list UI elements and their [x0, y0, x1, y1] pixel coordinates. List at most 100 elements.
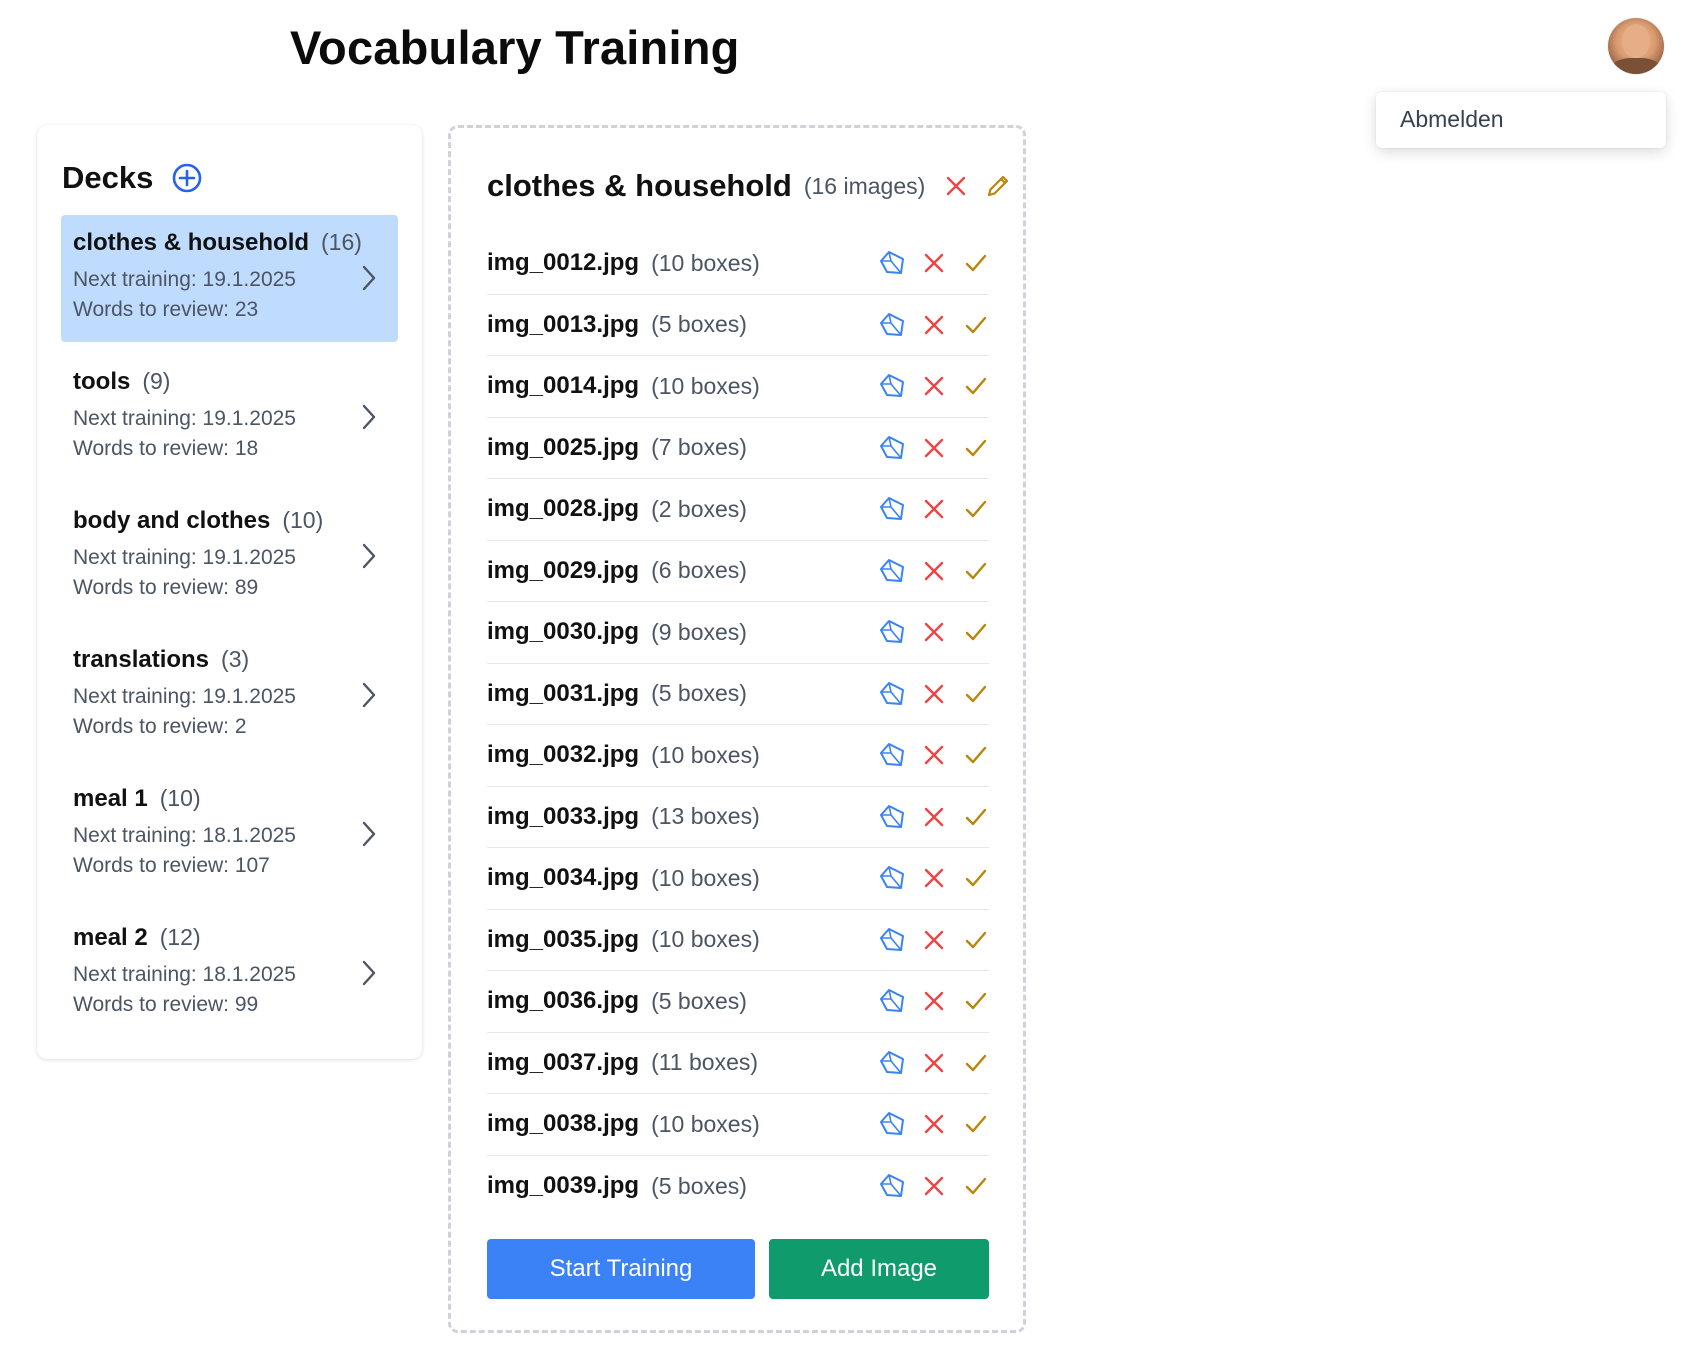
deck-name-row: body and clothes (10): [73, 507, 386, 535]
mark-done-check-icon[interactable]: [963, 927, 989, 953]
avatar-face: [1622, 24, 1650, 58]
deck-name: clothes & household: [73, 229, 310, 256]
deck-next-training: Next training: 18.1.2025: [73, 963, 296, 986]
image-row: img_0035.jpg (10 boxes): [487, 910, 989, 971]
decks-title: Decks: [62, 160, 154, 195]
mark-done-check-icon[interactable]: [963, 742, 989, 768]
image-row-actions: [879, 804, 989, 830]
image-box-count: (5 boxes): [651, 987, 747, 1014]
deck-item[interactable]: clothes & household (16) Next training: 19…: [61, 215, 398, 342]
annotate-polygon-icon[interactable]: [879, 1050, 905, 1076]
logout-menu-item[interactable]: Abmelden: [1400, 106, 1504, 133]
image-row: img_0014.jpg (10 boxes): [487, 356, 989, 418]
annotate-polygon-icon[interactable]: [879, 373, 905, 399]
delete-image-x-icon[interactable]: [921, 496, 947, 522]
delete-image-x-icon[interactable]: [921, 1111, 947, 1137]
delete-image-x-icon[interactable]: [921, 250, 947, 276]
edit-deck-pencil-icon[interactable]: [985, 173, 1011, 199]
deck-item[interactable]: translations (3) Next training: 19.1.2025 W…: [61, 632, 398, 759]
mark-done-check-icon[interactable]: [963, 804, 989, 830]
image-filename: img_0033.jpg: [487, 802, 640, 830]
deck-count: (10): [282, 507, 324, 533]
deck-next-training: Next training: 19.1.2025: [73, 268, 296, 291]
mark-done-check-icon[interactable]: [963, 373, 989, 399]
image-row: img_0012.jpg (10 boxes): [487, 233, 989, 295]
mark-done-check-icon[interactable]: [963, 250, 989, 276]
delete-image-x-icon[interactable]: [921, 988, 947, 1014]
mark-done-check-icon[interactable]: [963, 1173, 989, 1199]
deck-detail-header: clothes & household (16 images): [487, 168, 1011, 204]
annotate-polygon-icon[interactable]: [879, 742, 905, 768]
mark-done-check-icon[interactable]: [963, 619, 989, 645]
mark-done-check-icon[interactable]: [963, 496, 989, 522]
deck-next-training: Next training: 19.1.2025: [73, 407, 296, 430]
mark-done-check-icon[interactable]: [963, 1050, 989, 1076]
deck-detail-panel: clothes & household (16 images) img_0012…: [448, 125, 1026, 1333]
image-filename: img_0034.jpg: [487, 864, 640, 892]
image-row-actions: [879, 927, 989, 953]
annotate-polygon-icon[interactable]: [879, 1173, 905, 1199]
mark-done-check-icon[interactable]: [963, 312, 989, 338]
delete-image-x-icon[interactable]: [921, 865, 947, 891]
delete-deck-x-icon[interactable]: [943, 173, 969, 199]
delete-image-x-icon[interactable]: [921, 804, 947, 830]
image-filename: img_0028.jpg: [487, 495, 640, 523]
deck-words-to-review: Words to review: 23: [73, 298, 259, 321]
annotate-polygon-icon[interactable]: [879, 681, 905, 707]
image-box-count: (10 boxes): [651, 249, 760, 276]
add-image-button[interactable]: Add Image: [769, 1239, 989, 1299]
mark-done-check-icon[interactable]: [963, 435, 989, 461]
annotate-polygon-icon[interactable]: [879, 865, 905, 891]
deck-item[interactable]: body and clothes (10) Next training: 19.1.…: [61, 493, 398, 620]
image-row-actions: [879, 865, 989, 891]
image-row-actions: [879, 1111, 989, 1137]
mark-done-check-icon[interactable]: [963, 1111, 989, 1137]
annotate-polygon-icon[interactable]: [879, 619, 905, 645]
mark-done-check-icon[interactable]: [963, 865, 989, 891]
deck-words-to-review: Words to review: 99: [73, 993, 259, 1016]
deck-next-training: Next training: 19.1.2025: [73, 685, 296, 708]
annotate-polygon-icon[interactable]: [879, 927, 905, 953]
delete-image-x-icon[interactable]: [921, 927, 947, 953]
chevron-right-icon: [362, 404, 376, 430]
plus-circle-icon[interactable]: [171, 162, 203, 194]
mark-done-check-icon[interactable]: [963, 681, 989, 707]
annotate-polygon-icon[interactable]: [879, 804, 905, 830]
image-box-count: (2 boxes): [651, 495, 747, 522]
user-avatar[interactable]: [1608, 18, 1664, 74]
mark-done-check-icon[interactable]: [963, 558, 989, 584]
annotate-polygon-icon[interactable]: [879, 250, 905, 276]
delete-image-x-icon[interactable]: [921, 1050, 947, 1076]
delete-image-x-icon[interactable]: [921, 742, 947, 768]
delete-image-x-icon[interactable]: [921, 1173, 947, 1199]
image-box-count: (11 boxes): [651, 1049, 759, 1076]
annotate-polygon-icon[interactable]: [879, 312, 905, 338]
image-filename: img_0012.jpg: [487, 249, 640, 277]
deck-name-row: tools (9): [73, 368, 386, 396]
image-row-actions: [879, 558, 989, 584]
annotate-polygon-icon[interactable]: [879, 558, 905, 584]
image-row: img_0030.jpg (9 boxes): [487, 602, 989, 664]
deck-item[interactable]: meal 2 (12) Next training: 18.1.2025 Words …: [61, 910, 398, 1037]
delete-image-x-icon[interactable]: [921, 619, 947, 645]
annotate-polygon-icon[interactable]: [879, 496, 905, 522]
image-row-actions: [879, 619, 989, 645]
deck-list: clothes & household (16) Next training: 19…: [61, 215, 398, 1049]
image-row: img_0025.jpg (7 boxes): [487, 418, 989, 479]
annotate-polygon-icon[interactable]: [879, 988, 905, 1014]
deck-item[interactable]: tools (9) Next training: 19.1.2025 Words to…: [61, 354, 398, 481]
delete-image-x-icon[interactable]: [921, 681, 947, 707]
image-row-actions: [879, 742, 989, 768]
image-row-actions: [879, 988, 989, 1014]
delete-image-x-icon[interactable]: [921, 435, 947, 461]
annotate-polygon-icon[interactable]: [879, 435, 905, 461]
deck-item[interactable]: meal 1 (10) Next training: 18.1.2025 Words …: [61, 771, 398, 898]
delete-image-x-icon[interactable]: [921, 312, 947, 338]
delete-image-x-icon[interactable]: [921, 373, 947, 399]
start-training-button[interactable]: Start Training: [487, 1239, 755, 1299]
image-row: img_0028.jpg (2 boxes): [487, 479, 989, 541]
annotate-polygon-icon[interactable]: [879, 1111, 905, 1137]
delete-image-x-icon[interactable]: [921, 558, 947, 584]
mark-done-check-icon[interactable]: [963, 988, 989, 1014]
deck-name: body and clothes: [73, 507, 271, 534]
